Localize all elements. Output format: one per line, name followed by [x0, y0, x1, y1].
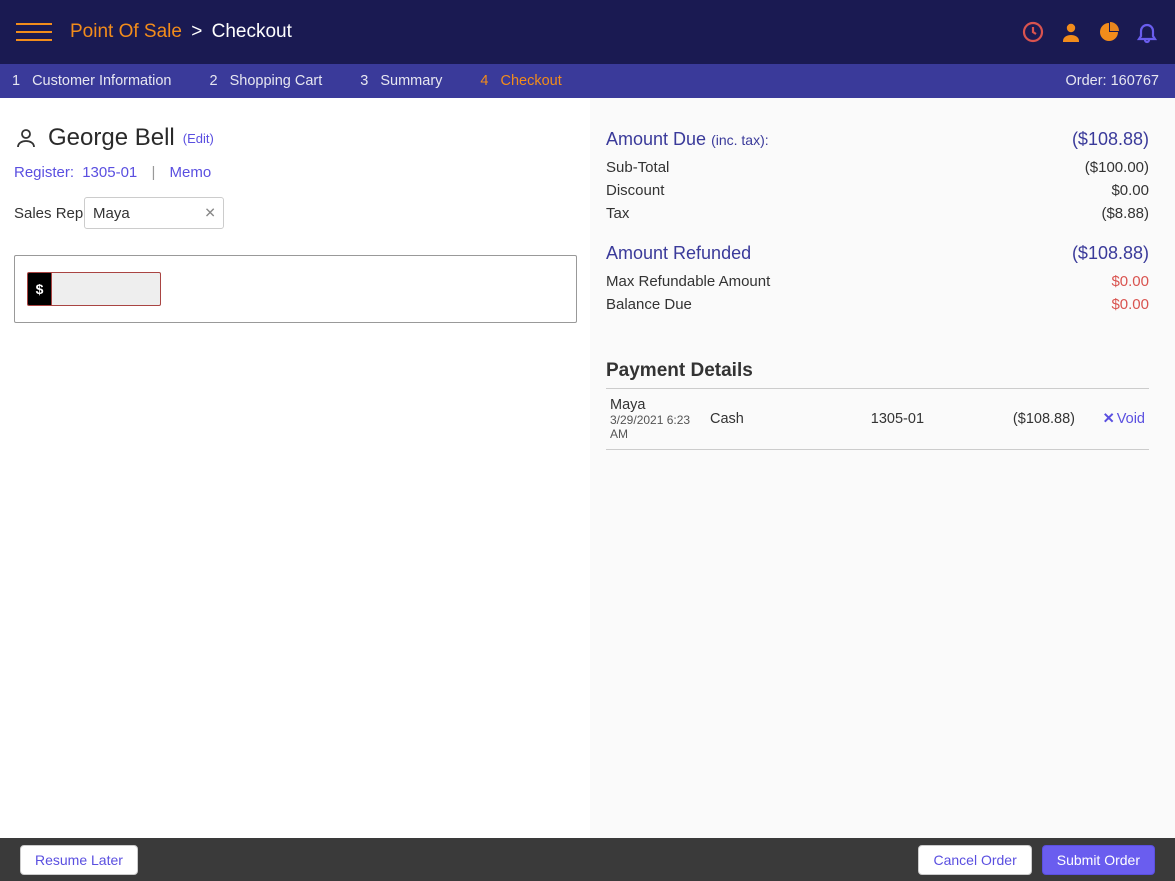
payment-date: 3/29/2021 6:23 AM — [610, 413, 702, 441]
amount-input[interactable] — [51, 272, 161, 306]
page-title: Checkout — [212, 21, 292, 42]
clock-icon[interactable] — [1021, 20, 1045, 44]
tax-label: Tax — [606, 202, 629, 225]
payment-details-title: Payment Details — [606, 360, 1149, 382]
max-refund-value: $0.00 — [1111, 270, 1149, 293]
step-summary[interactable]: 3 Summary — [360, 73, 442, 89]
payment-user: Maya — [610, 397, 702, 413]
checkout-left-panel: George Bell (Edit) Register: 1305-01 | M… — [0, 98, 590, 838]
wizard-steps: 1 Customer Information 2 Shopping Cart 3… — [0, 64, 1175, 98]
subtotal-value: ($100.00) — [1085, 156, 1149, 179]
payment-method: Cash — [706, 389, 796, 450]
step-shopping-cart[interactable]: 2 Shopping Cart — [210, 73, 323, 89]
resume-later-button[interactable]: Resume Later — [20, 845, 138, 875]
breadcrumb: Point Of Sale > Checkout — [70, 21, 292, 43]
hamburger-menu-icon[interactable] — [16, 23, 52, 41]
discount-value: $0.00 — [1111, 179, 1149, 202]
order-number: Order: 160767 — [1065, 73, 1159, 89]
app-header: Point Of Sale > Checkout — [0, 0, 1175, 64]
edit-customer-link[interactable]: (Edit) — [183, 131, 214, 146]
memo-link[interactable]: Memo — [170, 164, 212, 181]
balance-value: $0.00 — [1111, 293, 1149, 316]
person-icon — [14, 126, 38, 150]
balance-label: Balance Due — [606, 293, 692, 316]
sales-rep-select[interactable]: ✕ — [84, 197, 224, 229]
tax-value: ($8.88) — [1101, 202, 1149, 225]
customer-name: George Bell — [48, 124, 175, 152]
amount-due-label: Amount Due (inc. tax): — [606, 126, 769, 154]
dollar-icon: $ — [27, 272, 51, 306]
refunded-value: ($108.88) — [1072, 240, 1149, 268]
step-customer-info[interactable]: 1 Customer Information — [12, 73, 172, 89]
payment-details-table: Maya 3/29/2021 6:23 AM Cash 1305-01 ($10… — [606, 388, 1149, 450]
close-icon: ✕ — [1103, 411, 1115, 427]
subtotal-label: Sub-Total — [606, 156, 669, 179]
pie-chart-icon[interactable] — [1097, 20, 1121, 44]
bell-icon[interactable] — [1135, 20, 1159, 44]
payment-amount: ($108.88) — [928, 389, 1079, 450]
cancel-order-button[interactable]: Cancel Order — [918, 845, 1031, 875]
amount-due-value: ($108.88) — [1072, 126, 1149, 154]
user-icon[interactable] — [1059, 20, 1083, 44]
void-link[interactable]: ✕Void — [1103, 411, 1145, 427]
sales-rep-input[interactable] — [84, 197, 224, 229]
action-footer: Resume Later Cancel Order Submit Order — [0, 838, 1175, 881]
clear-icon[interactable]: ✕ — [204, 205, 216, 222]
checkout-right-panel: Amount Due (inc. tax): ($108.88) Sub-Tot… — [590, 98, 1175, 838]
discount-label: Discount — [606, 179, 664, 202]
step-checkout[interactable]: 4 Checkout — [480, 73, 561, 89]
brand-label: Point Of Sale — [70, 21, 182, 42]
table-row: Maya 3/29/2021 6:23 AM Cash 1305-01 ($10… — [606, 389, 1149, 450]
sales-rep-label: Sales Rep — [14, 205, 84, 222]
submit-order-button[interactable]: Submit Order — [1042, 845, 1155, 875]
refunded-label: Amount Refunded — [606, 240, 751, 268]
chevron-right-icon: > — [191, 21, 202, 42]
register-label: Register: — [14, 164, 74, 181]
payment-entry-box: $ — [14, 255, 577, 323]
register-link[interactable]: 1305-01 — [82, 164, 137, 181]
payment-register: 1305-01 — [796, 389, 928, 450]
max-refund-label: Max Refundable Amount — [606, 270, 770, 293]
